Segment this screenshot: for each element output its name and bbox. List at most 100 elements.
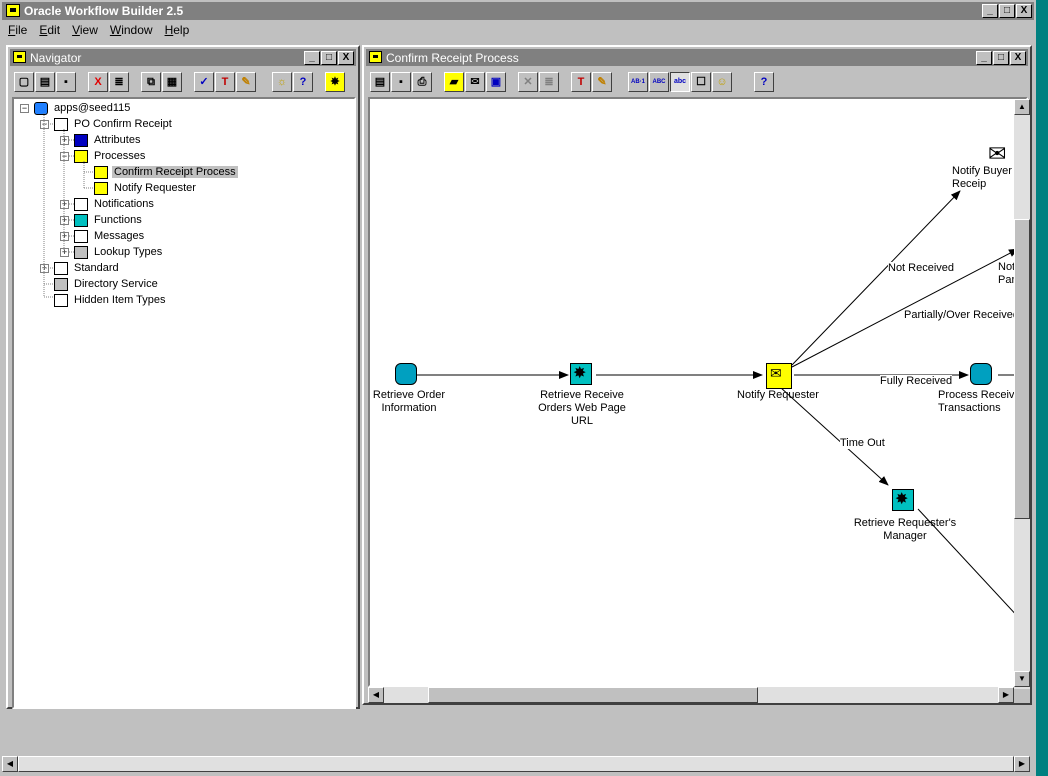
- open-icon[interactable]: ▤: [370, 72, 390, 92]
- navigator-window: Navigator _ □ X ▢ ▤ ▪ X ≣ ⧉ ▦ ✓ T ✎ ☼ ?: [6, 45, 360, 709]
- tree-collapse-root[interactable]: −: [20, 104, 29, 113]
- app-titlebar[interactable]: Oracle Workflow Builder 2.5 _ □ X: [2, 2, 1034, 20]
- tree-label-attributes: Attributes: [94, 134, 141, 146]
- tree-node-hidden-item-types[interactable]: Hidden Item Types: [54, 292, 168, 308]
- process-toolbar: ▤ ▪ ⎙ ▰ ✉ ▣ ✕ ≣ T ✎ AB·1 ABC abc ☐ ☺ ?: [366, 69, 1028, 95]
- save-icon[interactable]: ▪: [56, 72, 76, 92]
- node-process-receive-icon[interactable]: [970, 363, 992, 385]
- canvas-vertical-scrollbar[interactable]: ▲ ▼: [1014, 99, 1030, 689]
- hidden-item-types-icon: [54, 293, 68, 307]
- vertical-scroll-thumb[interactable]: [1014, 219, 1030, 519]
- menu-view[interactable]: View: [66, 21, 104, 39]
- tree-expand-messages[interactable]: +: [60, 232, 69, 241]
- mdi-scroll-right-button[interactable]: ▶: [1014, 756, 1030, 772]
- hammer-icon[interactable]: T: [571, 72, 591, 92]
- menu-help[interactable]: Help: [159, 21, 196, 39]
- menu-file[interactable]: File: [2, 21, 33, 39]
- navigator-toolbar: ▢ ▤ ▪ X ≣ ⧉ ▦ ✓ T ✎ ☼ ? ✸: [10, 69, 356, 95]
- node-retrieve-url-gear-icon[interactable]: [570, 363, 592, 385]
- transition-not-received[interactable]: [791, 190, 961, 366]
- tree-node-standard[interactable]: Standard: [54, 260, 121, 276]
- tree-expand-functions[interactable]: +: [60, 216, 69, 225]
- navigator-close-button[interactable]: X: [338, 51, 354, 65]
- process-minimize-button[interactable]: _: [976, 51, 992, 65]
- speech-bubble-icon[interactable]: ☐: [691, 72, 711, 92]
- canvas-horizontal-scrollbar[interactable]: ◀ ▶: [368, 687, 1014, 703]
- properties-icon[interactable]: ≣: [539, 72, 559, 92]
- open-icon[interactable]: ▤: [35, 72, 55, 92]
- menu-window-label: indow: [121, 23, 153, 37]
- new-notification-icon[interactable]: ✉: [465, 72, 485, 92]
- tree-node-processes[interactable]: Processes: [74, 148, 147, 164]
- tree-expand-notifications[interactable]: +: [60, 200, 69, 209]
- cut-icon[interactable]: ✕: [518, 72, 538, 92]
- help-icon[interactable]: ?: [293, 72, 313, 92]
- label-ab1-icon[interactable]: AB·1: [628, 72, 648, 92]
- tree-label-processes: Processes: [94, 150, 146, 162]
- properties-icon[interactable]: ≣: [109, 72, 129, 92]
- star-icon[interactable]: ✸: [325, 72, 345, 92]
- scroll-up-button[interactable]: ▲: [1014, 99, 1030, 115]
- scroll-left-button[interactable]: ◀: [368, 687, 384, 703]
- hammer-icon[interactable]: T: [215, 72, 235, 92]
- menu-edit[interactable]: Edit: [33, 21, 66, 39]
- process-close-button[interactable]: X: [1010, 51, 1026, 65]
- tree-label-messages: Messages: [94, 230, 145, 242]
- navigator-titlebar[interactable]: Navigator _ □ X: [10, 49, 356, 66]
- tree-expand-attributes[interactable]: +: [60, 136, 69, 145]
- mdi-scroll-left-button[interactable]: ◀: [2, 756, 18, 772]
- tree-collapse-processes[interactable]: −: [60, 152, 69, 161]
- mdi-horizontal-scrollbar[interactable]: ◀ ▶: [2, 756, 1030, 772]
- tree-node-lookup-types[interactable]: Lookup Types: [74, 244, 164, 260]
- minimize-button[interactable]: _: [982, 4, 998, 18]
- label-abc-lower-icon[interactable]: abc: [670, 72, 690, 92]
- tree-collapse-po[interactable]: −: [40, 120, 49, 129]
- lightbulb-icon[interactable]: ☼: [272, 72, 292, 92]
- delete-icon[interactable]: X: [88, 72, 108, 92]
- process-icon: [74, 149, 88, 163]
- mdi-scroll-track[interactable]: [18, 756, 1014, 772]
- node-retrieve-manager-gear-icon[interactable]: [892, 489, 914, 511]
- tree-expand-lookup-types[interactable]: +: [60, 248, 69, 257]
- tree-node-attributes[interactable]: Attributes: [74, 132, 142, 148]
- new-function-icon[interactable]: ▣: [486, 72, 506, 92]
- process-diagram-canvas[interactable]: Retrieve Order Information Retrieve Rece…: [368, 97, 1028, 687]
- tree-node-po-confirm-receipt[interactable]: PO Confirm Receipt: [54, 116, 174, 132]
- smiley-icon[interactable]: ☺: [712, 72, 732, 92]
- tree-node-notifications[interactable]: Notifications: [74, 196, 156, 212]
- process-maximize-button[interactable]: □: [993, 51, 1009, 65]
- tree-node-directory-service[interactable]: Directory Service: [54, 276, 160, 292]
- paste-icon[interactable]: ▦: [162, 72, 182, 92]
- tree-node-functions[interactable]: Functions: [74, 212, 144, 228]
- help-icon[interactable]: ?: [754, 72, 774, 92]
- tree-label-functions: Functions: [94, 214, 142, 226]
- process-title: Confirm Receipt Process: [386, 51, 519, 65]
- save-icon[interactable]: ▪: [391, 72, 411, 92]
- navigator-minimize-button[interactable]: _: [304, 51, 320, 65]
- node-notify-requester-icon[interactable]: [766, 363, 792, 389]
- tree-node-messages[interactable]: Messages: [74, 228, 146, 244]
- tree-node-root[interactable]: apps@seed115: [34, 100, 132, 116]
- print-icon[interactable]: ⎙: [412, 72, 432, 92]
- pencil-icon[interactable]: ✎: [236, 72, 256, 92]
- new-process-icon[interactable]: ▰: [444, 72, 464, 92]
- process-icon: [94, 165, 108, 179]
- new-icon[interactable]: ▢: [14, 72, 34, 92]
- scroll-down-button[interactable]: ▼: [1014, 671, 1030, 687]
- horizontal-scroll-thumb[interactable]: [428, 687, 758, 703]
- copy-icon[interactable]: ⧉: [141, 72, 161, 92]
- verify-icon[interactable]: ✓: [194, 72, 214, 92]
- node-retrieve-order-icon[interactable]: [395, 363, 417, 385]
- scroll-right-button[interactable]: ▶: [998, 687, 1014, 703]
- menu-window[interactable]: Window: [104, 21, 159, 39]
- maximize-button[interactable]: □: [999, 4, 1015, 18]
- close-button[interactable]: X: [1016, 4, 1032, 18]
- label-abc-upper-icon[interactable]: ABC: [649, 72, 669, 92]
- tree-node-notify-requester[interactable]: Notify Requester: [94, 180, 198, 196]
- menu-file-label: ile: [15, 23, 28, 37]
- process-titlebar[interactable]: Confirm Receipt Process _ □ X: [366, 49, 1028, 66]
- tree-expand-standard[interactable]: +: [40, 264, 49, 273]
- tree-node-confirm-receipt-process[interactable]: Confirm Receipt Process: [94, 164, 238, 180]
- navigator-maximize-button[interactable]: □: [321, 51, 337, 65]
- pencil-icon[interactable]: ✎: [592, 72, 612, 92]
